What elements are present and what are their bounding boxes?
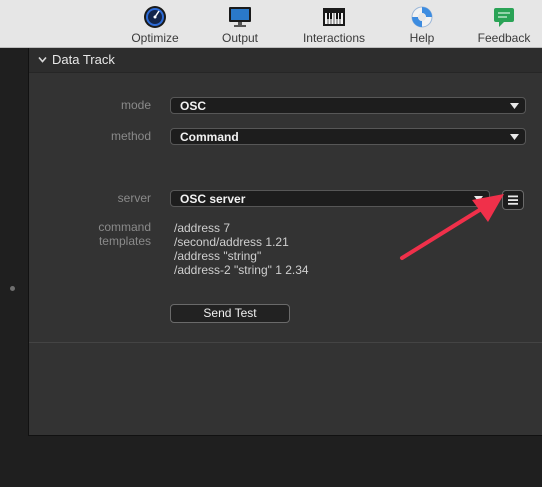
command-templates-label-line2: templates (98, 234, 151, 248)
toolbar-output-button[interactable]: Output (200, 0, 280, 47)
mode-select[interactable]: OSC (170, 97, 526, 114)
command-templates-label: command templates (29, 220, 151, 248)
toolbar: Optimize Output Interactions Help Feedba… (0, 0, 542, 48)
panel-header[interactable]: Data Track (29, 48, 542, 73)
mode-value: OSC (180, 99, 207, 113)
toolbar-feedback-button[interactable]: Feedback (464, 0, 542, 47)
lifebuoy-icon (411, 6, 433, 28)
command-templates-label-line1: command (98, 220, 151, 234)
template-line: /address 7 (174, 221, 231, 235)
left-sidebar-strip (0, 48, 28, 487)
dropdown-caret-icon (510, 134, 519, 140)
section-divider (29, 342, 542, 343)
mode-label: mode (120, 98, 151, 112)
dropdown-caret-icon (474, 196, 483, 202)
method-label: method (110, 129, 151, 143)
template-line: /address-2 "string" 1 2.34 (174, 263, 309, 277)
chevron-down-icon[interactable] (37, 54, 48, 65)
method-value: Command (180, 130, 239, 144)
toolbar-output-label: Output (221, 31, 259, 45)
server-value: OSC server (180, 192, 246, 206)
resize-handle-dot[interactable] (10, 286, 15, 291)
server-menu-button[interactable] (502, 190, 524, 210)
dropdown-caret-icon (510, 103, 519, 109)
piano-keys-icon (323, 8, 345, 26)
toolbar-feedback-label: Feedback (477, 31, 531, 45)
toolbar-interactions-button[interactable]: Interactions (294, 0, 374, 47)
toolbar-optimize-button[interactable]: Optimize (115, 0, 195, 47)
hamburger-menu-icon (508, 195, 518, 205)
method-select[interactable]: Command (170, 128, 526, 145)
template-line: /address "string" (174, 249, 262, 263)
data-track-panel: Data Track mode OSC method Command serve… (28, 48, 542, 436)
server-label: server (117, 191, 151, 205)
send-test-button[interactable]: Send Test (170, 304, 290, 323)
toolbar-optimize-label: Optimize (131, 31, 179, 45)
template-line: /second/address 1.21 (174, 235, 289, 249)
server-select[interactable]: OSC server (170, 190, 490, 207)
toolbar-help-label: Help (409, 31, 435, 45)
toolbar-help-button[interactable]: Help (382, 0, 462, 47)
toolbar-interactions-label: Interactions (302, 31, 366, 45)
speedometer-icon (144, 6, 166, 28)
command-templates-text[interactable]: /address 7 /second/address 1.21 /address… (174, 221, 309, 277)
panel-title: Data Track (52, 52, 115, 67)
monitor-icon (229, 7, 251, 27)
chat-bubble-icon (494, 8, 514, 27)
